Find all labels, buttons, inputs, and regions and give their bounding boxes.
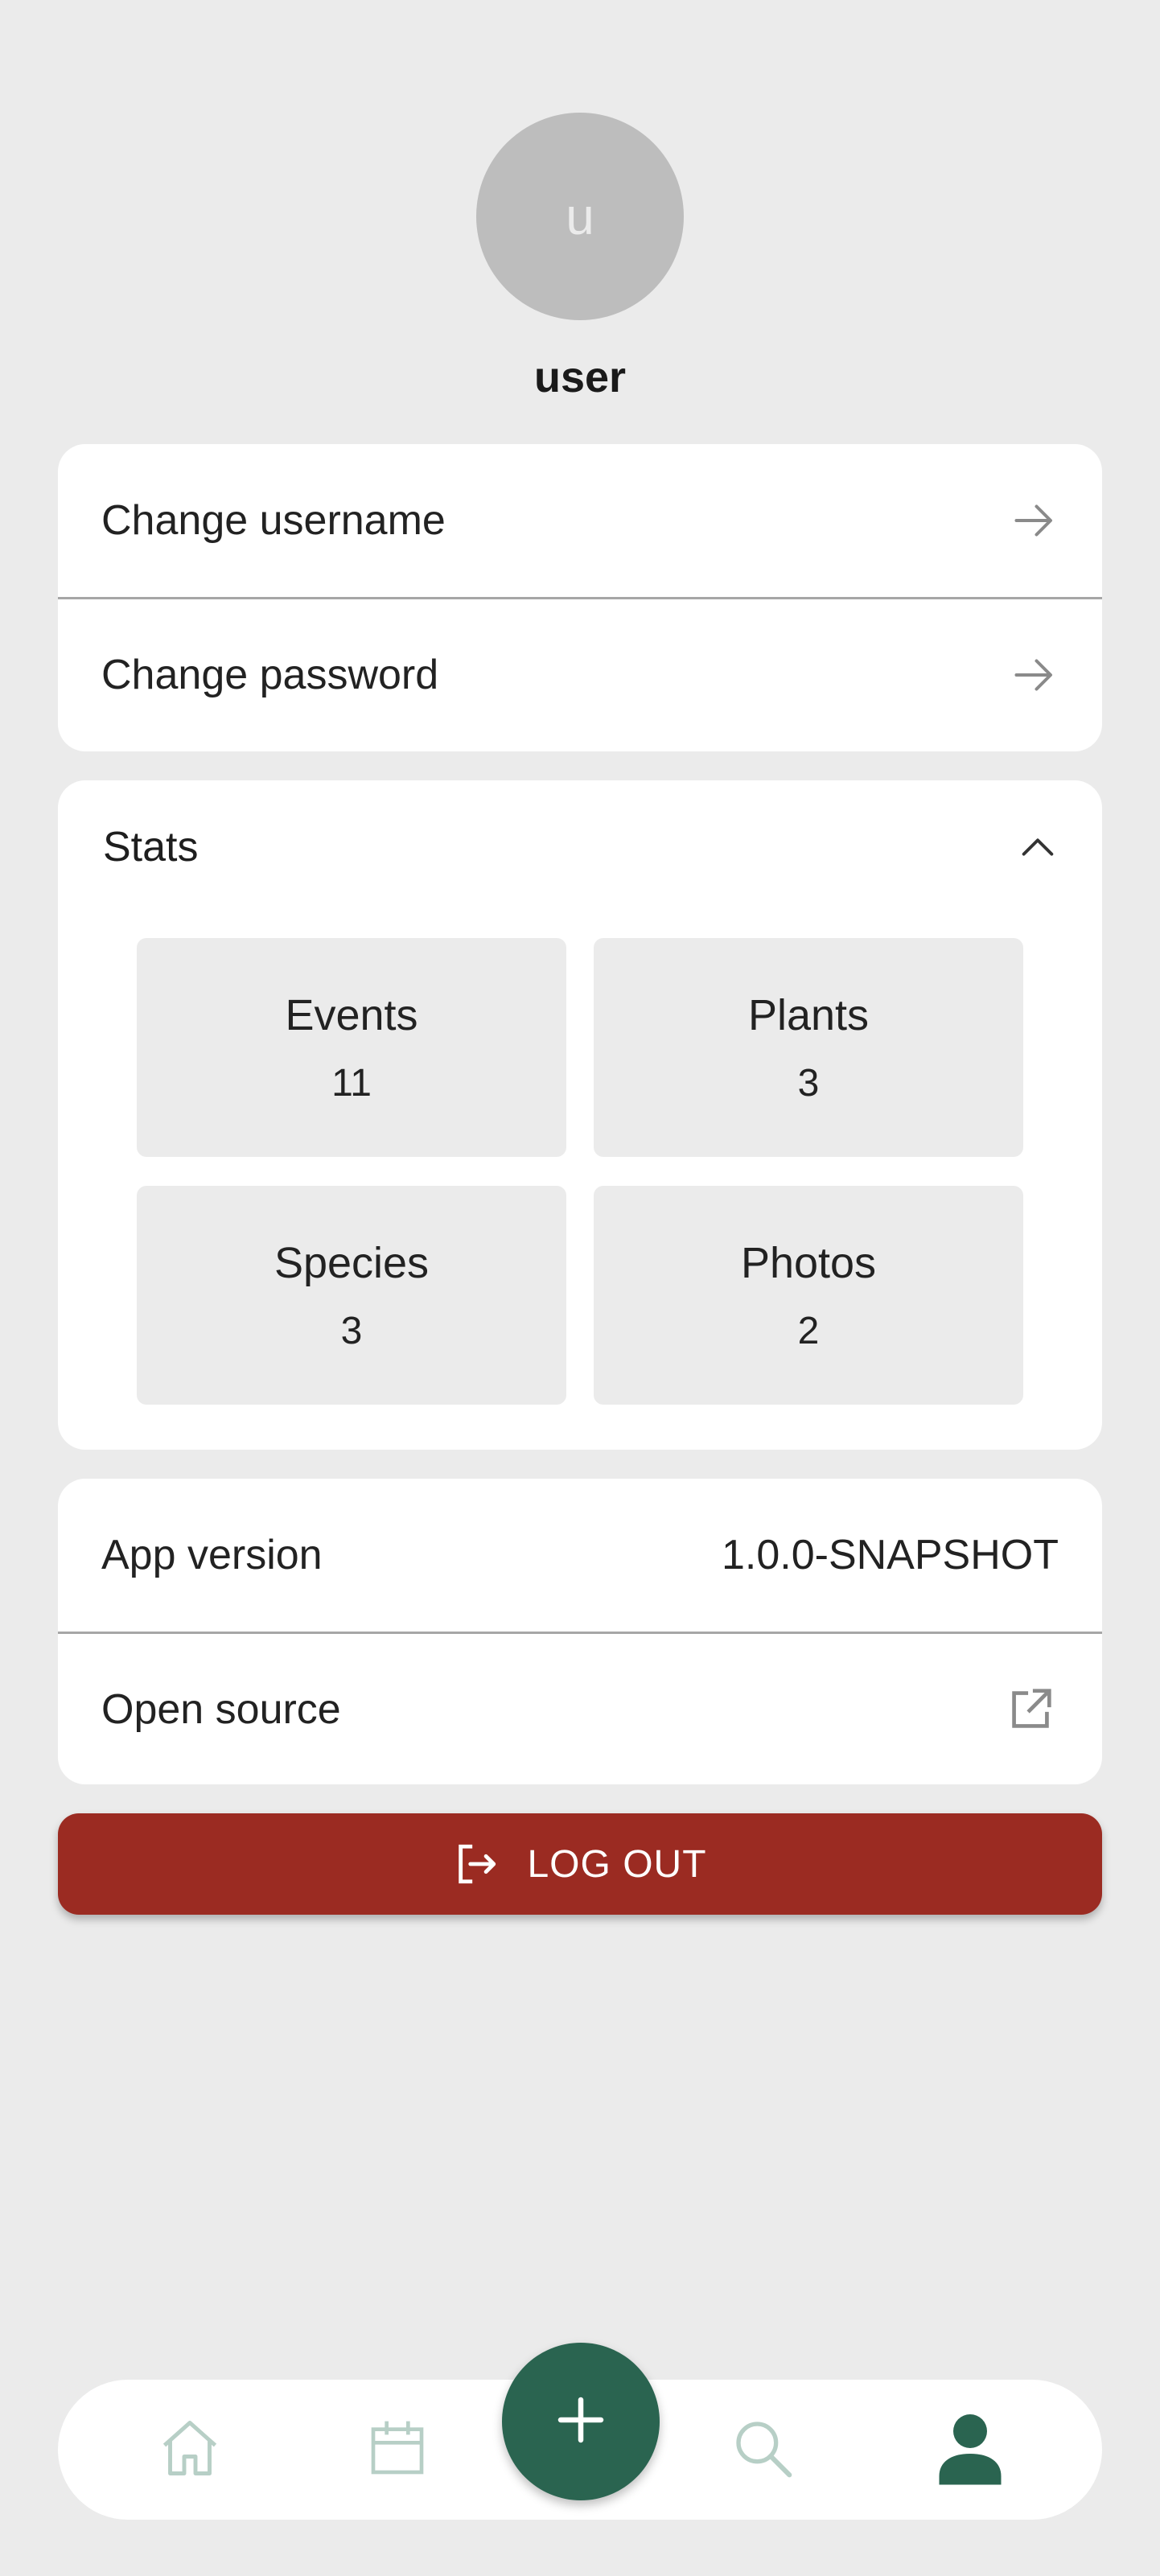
nav-search[interactable] (714, 2380, 811, 2520)
nav-calendar[interactable] (349, 2380, 446, 2520)
open-source-label: Open source (101, 1686, 341, 1733)
add-button[interactable] (502, 2343, 660, 2500)
nav-home[interactable] (142, 2380, 238, 2520)
arrow-right-icon (1010, 651, 1059, 699)
stat-label: Species (274, 1238, 430, 1287)
stats-card: Stats Events 11 Plants 3 Species 3 Photo… (58, 780, 1102, 1450)
logout-icon (453, 1841, 500, 1887)
change-username-label: Change username (101, 497, 446, 544)
nav-profile[interactable] (922, 2380, 1018, 2520)
username-label: user (533, 353, 627, 401)
stats-title: Stats (103, 824, 199, 870)
stat-value: 3 (797, 1061, 820, 1105)
open-source-row[interactable]: Open source (58, 1633, 1102, 1784)
home-icon (156, 2414, 224, 2486)
logout-button[interactable]: LOG OUT (58, 1813, 1102, 1915)
avatar: u (476, 113, 684, 320)
app-version-value: 1.0.0-SNAPSHOT (721, 1532, 1059, 1578)
stat-label: Plants (747, 990, 870, 1039)
stat-value: 3 (340, 1309, 363, 1352)
stat-tile-plants: Plants 3 (594, 938, 1023, 1157)
avatar-initial: u (566, 187, 594, 245)
calendar-icon (365, 2416, 430, 2484)
account-card: Change username Change password (58, 444, 1102, 751)
about-card: App version 1.0.0-SNAPSHOT Open source (58, 1479, 1102, 1784)
add-icon (557, 2396, 605, 2448)
stats-header[interactable]: Stats (58, 780, 1102, 914)
stat-label: Events (285, 990, 418, 1039)
stat-tile-species: Species 3 (137, 1186, 566, 1405)
arrow-right-icon (1010, 496, 1059, 545)
app-version-row: App version 1.0.0-SNAPSHOT (58, 1479, 1102, 1632)
stat-value: 11 (331, 1061, 372, 1105)
chevron-up-icon[interactable] (1017, 826, 1059, 868)
profile-screen: u user Change username Change password S… (0, 0, 1160, 2576)
stat-value: 2 (797, 1309, 820, 1352)
stat-label: Photos (740, 1238, 877, 1287)
stat-tile-events: Events 11 (137, 938, 566, 1157)
profile-icon (936, 2409, 1004, 2491)
search-icon (730, 2416, 795, 2484)
external-link-icon (1002, 1681, 1059, 1738)
change-password-label: Change password (101, 652, 439, 698)
change-username-row[interactable]: Change username (58, 444, 1102, 597)
logout-label: LOG OUT (527, 1842, 707, 1886)
stat-tile-photos: Photos 2 (594, 1186, 1023, 1405)
app-version-label: App version (101, 1532, 323, 1578)
change-password-row[interactable]: Change password (58, 599, 1102, 751)
